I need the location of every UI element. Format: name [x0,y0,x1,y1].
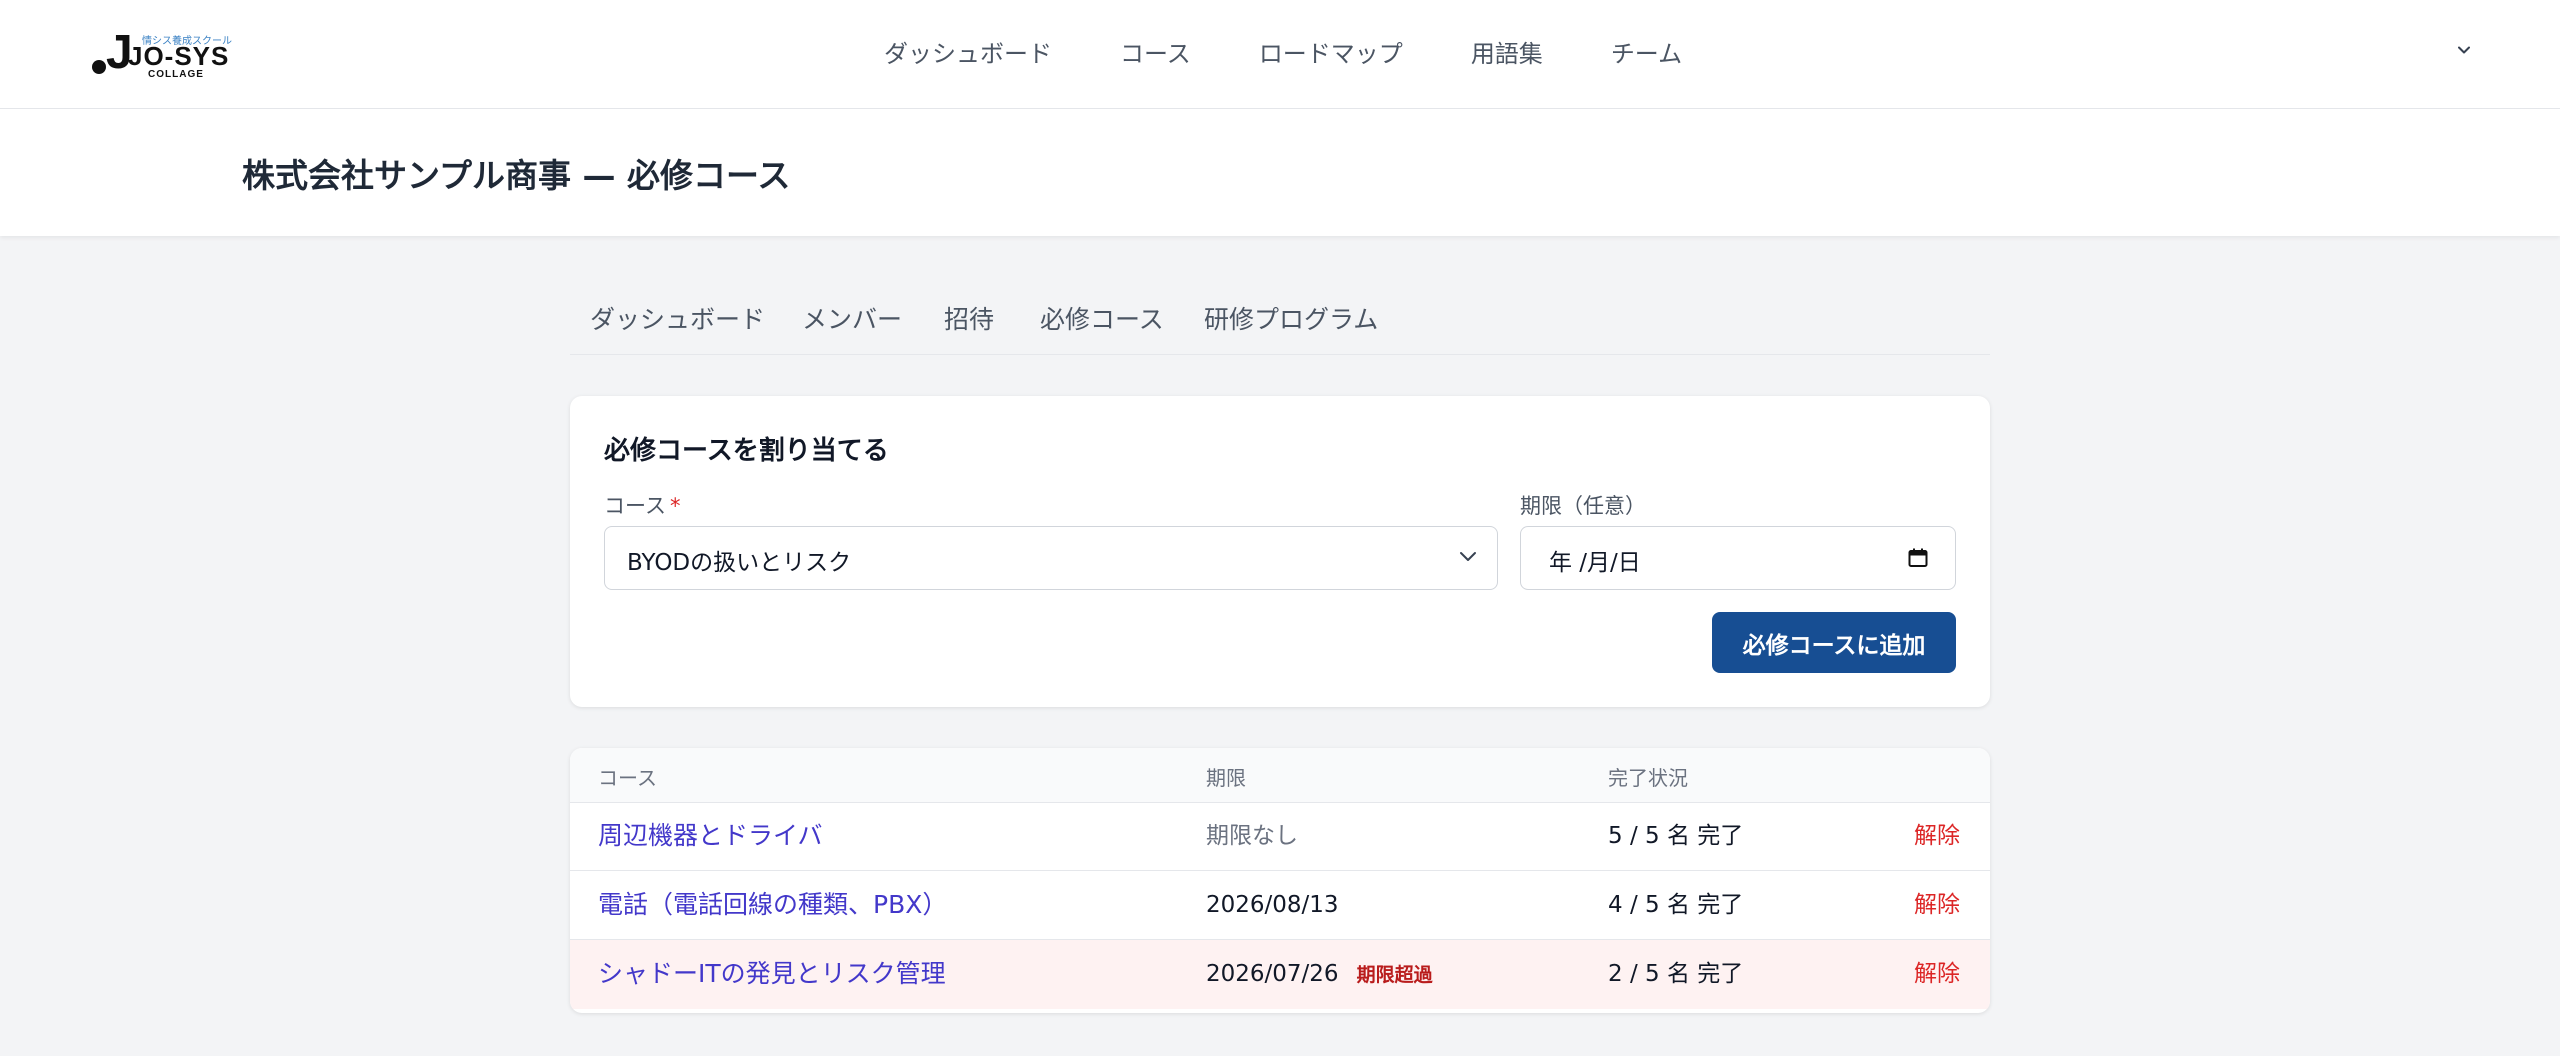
tab-dashboard[interactable]: ダッシュボード [590,300,765,340]
nav-courses[interactable]: コース [1120,38,1191,70]
deadline-value: 2026/08/13 [1206,892,1339,918]
course-link[interactable]: シャドーITの発見とリスク管理 [598,958,946,990]
table-row-overdue: シャドーITの発見とリスク管理 2026/07/26 期限超過 2 / 5 名 完… [570,940,1990,1009]
column-header-deadline: 期限 [1206,766,1246,790]
table-row: 電話（電話回線の種類、PBX） 2026/08/13 4 / 5 名 完了 解除 [570,871,1990,940]
overdue-badge: 期限超過 [1356,964,1433,986]
nav-glossary[interactable]: 用語集 [1471,38,1543,70]
deadline-date-placeholder: 年 /月/日 [1549,550,1641,576]
tab-required-courses[interactable]: 必修コース [1040,300,1164,340]
deadline-field-label: 期限（任意） [1520,494,1646,518]
tab-training-programs[interactable]: 研修プログラム [1204,300,1378,340]
completion-status: 2 / 5 名 完了 [1608,961,1744,987]
logo-dot [92,60,106,74]
course-label-text: コース [604,494,666,518]
add-required-course-button[interactable]: 必修コースに追加 [1712,612,1956,673]
assign-form-title: 必修コースを割り当てる [604,436,889,466]
column-header-progress: 完了状況 [1608,766,1688,790]
remove-link[interactable]: 解除 [1914,889,1960,921]
column-header-course: コース [598,766,657,790]
assign-required-course-card: 必修コースを割り当てる コース * BYODの扱いとリスク 期限（任意） 年 /月… [570,396,1990,707]
tab-invitations[interactable]: 招待 [944,300,994,340]
user-menu-chevron-down-icon[interactable] [2458,44,2470,56]
completion-status: 5 / 5 名 完了 [1608,823,1744,849]
logo-main-text: JO-SYS [128,41,230,71]
main-nav: ダッシュボード コース ロードマップ 用語集 チーム [884,38,1682,70]
page-header: 株式会社サンプル商事 — 必修コース [0,109,2560,236]
deadline-date-input[interactable]: 年 /月/日 [1520,526,1956,590]
course-link[interactable]: 周辺機器とドライバ [598,820,823,852]
page-title: 株式会社サンプル商事 — 必修コース [242,156,791,195]
required-courses-table: コース 期限 完了状況 周辺機器とドライバ 期限なし 5 / 5 名 完了 解除… [570,748,1990,1013]
remove-link[interactable]: 解除 [1914,958,1960,990]
top-navbar: J 情シス養成スクール JO-SYS COLLAGE ダッシュボード コース ロ… [0,0,2560,109]
remove-link[interactable]: 解除 [1914,820,1960,852]
course-select[interactable]: BYODの扱いとリスク [604,526,1498,590]
course-link[interactable]: 電話（電話回線の種類、PBX） [598,889,947,921]
completion-status: 4 / 5 名 完了 [1608,892,1744,918]
nav-team[interactable]: チーム [1611,38,1682,70]
required-mark: * [669,494,681,518]
course-field-label: コース * [604,490,680,520]
deadline-value: 期限なし [1206,823,1298,849]
course-select-value: BYODの扱いとリスク [627,550,852,576]
chevron-down-icon [1460,552,1476,561]
nav-roadmap[interactable]: ロードマップ [1259,38,1403,70]
calendar-icon[interactable] [1907,547,1929,569]
table-header: コース 期限 完了状況 [570,748,1990,803]
table-row: 周辺機器とドライバ 期限なし 5 / 5 名 完了 解除 [570,802,1990,871]
tab-members[interactable]: メンバー [802,300,902,340]
jo-sys-collage-logo[interactable]: J 情シス養成スクール JO-SYS COLLAGE [92,29,252,80]
logo-sub-text: COLLAGE [148,69,204,80]
deadline-value: 2026/07/26 [1206,961,1339,987]
deadline-cell: 2026/07/26 期限超過 [1206,958,1433,991]
nav-dashboard[interactable]: ダッシュボード [884,38,1052,70]
organization-tabs: ダッシュボード メンバー 招待 必修コース 研修プログラム [570,300,1990,355]
